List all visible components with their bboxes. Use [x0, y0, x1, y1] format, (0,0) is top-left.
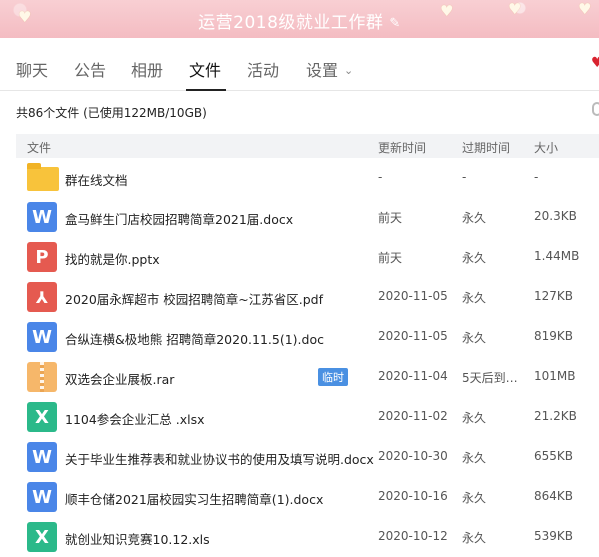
tab-bar: 聊天 公告 相册 文件 活动 设置 ⌄ — [0, 38, 599, 91]
file-name[interactable]: 关于毕业生推荐表和就业协议书的使用及填写说明.docx — [65, 449, 374, 468]
file-expire-time: 永久 — [462, 451, 487, 465]
file-name[interactable]: 双选会企业展板.rar — [65, 369, 174, 388]
file-row[interactable]: X 1104参会企业汇总 .xlsx 2020-11-02 永久 21.2KB — [16, 397, 599, 437]
file-name[interactable]: 盒马鲜生门店校园招聘简章2021届.docx — [65, 209, 293, 228]
file-row[interactable]: X 就创业知识竞赛10.12.xls 2020-10-12 永久 539KB — [16, 517, 599, 557]
excel-icon: X — [27, 402, 57, 432]
file-summary: 共86个文件 (已使用122MB/10GB) — [16, 106, 207, 120]
file-row[interactable]: ⅄ 2020届永辉超市 校园招聘简章~江苏省区.pdf 2020-11-05 永久 12… — [16, 277, 599, 317]
word-doc-icon: W — [27, 322, 57, 352]
file-updated-time: 前天 — [378, 211, 403, 225]
column-expire[interactable]: 过期时间 — [462, 139, 510, 156]
file-updated-time: 2020-11-02 — [378, 409, 448, 423]
file-updated-time: - — [378, 170, 383, 184]
file-name[interactable]: 合纵连横&极地熊 招聘简章2020.11.5(1).doc — [65, 329, 324, 348]
pdf-icon: ⅄ — [27, 282, 57, 312]
file-row[interactable]: P 找的就是你.pptx 前天 永久 1.44MB — [16, 237, 599, 277]
file-expire-time: 永久 — [462, 531, 487, 545]
file-name[interactable]: 1104参会企业汇总 .xlsx — [65, 409, 205, 428]
word-doc-icon: W — [27, 202, 57, 232]
chevron-down-icon: ⌄ — [344, 64, 354, 77]
file-size: - — [534, 170, 539, 184]
ppt-icon: P — [27, 242, 57, 272]
group-title[interactable]: 运营2018级就业工作群 ✎ — [0, 8, 599, 33]
file-expire-time: 永久 — [462, 411, 487, 425]
file-row[interactable]: 双选会企业展板.rar 临时 2020-11-04 5天后到… 101MB — [16, 357, 599, 397]
temporary-badge: 临时 — [318, 368, 348, 386]
column-size[interactable]: 大小 — [534, 139, 558, 156]
column-updated[interactable]: 更新时间 — [378, 139, 426, 156]
file-name[interactable]: 群在线文档 — [65, 170, 128, 189]
file-name[interactable]: 2020届永辉超市 校园招聘简章~江苏省区.pdf — [65, 289, 323, 308]
file-row[interactable]: W 顺丰仓储2021届校园实习生招聘简章(1).docx 2020-10-16 永久 8… — [16, 477, 599, 517]
file-updated-time: 2020-10-12 — [378, 529, 448, 543]
edit-icon[interactable]: ✎ — [389, 16, 400, 31]
file-expire-time: - — [462, 170, 467, 184]
word-doc-icon: W — [27, 482, 57, 512]
scroll-indicator[interactable] — [592, 102, 599, 116]
tab-settings[interactable]: 设置 ⌄ — [306, 57, 353, 81]
file-size: 819KB — [534, 329, 574, 343]
file-updated-time: 2020-10-16 — [378, 489, 448, 503]
archive-icon — [27, 362, 57, 392]
tab-settings-label: 设置 — [306, 61, 339, 80]
file-row[interactable]: W 合纵连横&极地熊 招聘简章2020.11.5(1).doc 2020-11-05… — [16, 317, 599, 357]
file-name[interactable]: 就创业知识竞赛10.12.xls — [65, 529, 210, 548]
heart-icon[interactable]: ♥ — [591, 55, 599, 71]
tab-announcements[interactable]: 公告 — [74, 57, 106, 81]
tab-files[interactable]: 文件 — [189, 57, 221, 81]
file-updated-time: 2020-11-05 — [378, 329, 448, 343]
file-size: 101MB — [534, 369, 576, 383]
column-file[interactable]: 文件 — [27, 139, 51, 156]
tab-album[interactable]: 相册 — [131, 57, 163, 81]
file-expire-time: 永久 — [462, 491, 487, 505]
file-name[interactable]: 找的就是你.pptx — [65, 249, 160, 268]
file-updated-time: 2020-11-05 — [378, 289, 448, 303]
file-expire-time: 永久 — [462, 291, 487, 305]
word-doc-icon: W — [27, 442, 57, 472]
file-size: 655KB — [534, 449, 574, 463]
file-expire-time: 5天后到… — [462, 371, 518, 385]
file-size: 20.3KB — [534, 209, 577, 223]
file-updated-time: 2020-11-04 — [378, 369, 448, 383]
file-expire-time: 永久 — [462, 251, 487, 265]
file-size: 127KB — [534, 289, 574, 303]
file-expire-time: 永久 — [462, 331, 487, 345]
tab-activities[interactable]: 活动 — [247, 57, 279, 81]
group-title-text: 运营2018级就业工作群 — [198, 13, 384, 33]
folder-icon — [27, 163, 59, 193]
file-name[interactable]: 顺丰仓储2021届校园实习生招聘简章(1).docx — [65, 489, 323, 508]
file-size: 21.2KB — [534, 409, 577, 423]
file-updated-time: 前天 — [378, 251, 403, 265]
group-header: ♥ ♥ ♥ ♥ 运营2018级就业工作群 ✎ — [0, 0, 599, 38]
excel-icon: X — [27, 522, 57, 552]
file-size: 1.44MB — [534, 249, 580, 263]
file-size: 539KB — [534, 529, 574, 543]
tab-chat[interactable]: 聊天 — [16, 57, 48, 81]
active-tab-indicator — [186, 89, 226, 91]
file-row[interactable]: 群在线文档 - - - — [16, 158, 599, 198]
file-updated-time: 2020-10-30 — [378, 449, 448, 463]
file-row[interactable]: W 盒马鲜生门店校园招聘简章2021届.docx 前天 永久 20.3KB — [16, 197, 599, 237]
file-table-header: 文件 更新时间 过期时间 大小 — [16, 134, 599, 158]
file-row[interactable]: W 关于毕业生推荐表和就业协议书的使用及填写说明.docx 2020-10-30 永久… — [16, 437, 599, 477]
file-expire-time: 永久 — [462, 211, 487, 225]
file-size: 864KB — [534, 489, 574, 503]
